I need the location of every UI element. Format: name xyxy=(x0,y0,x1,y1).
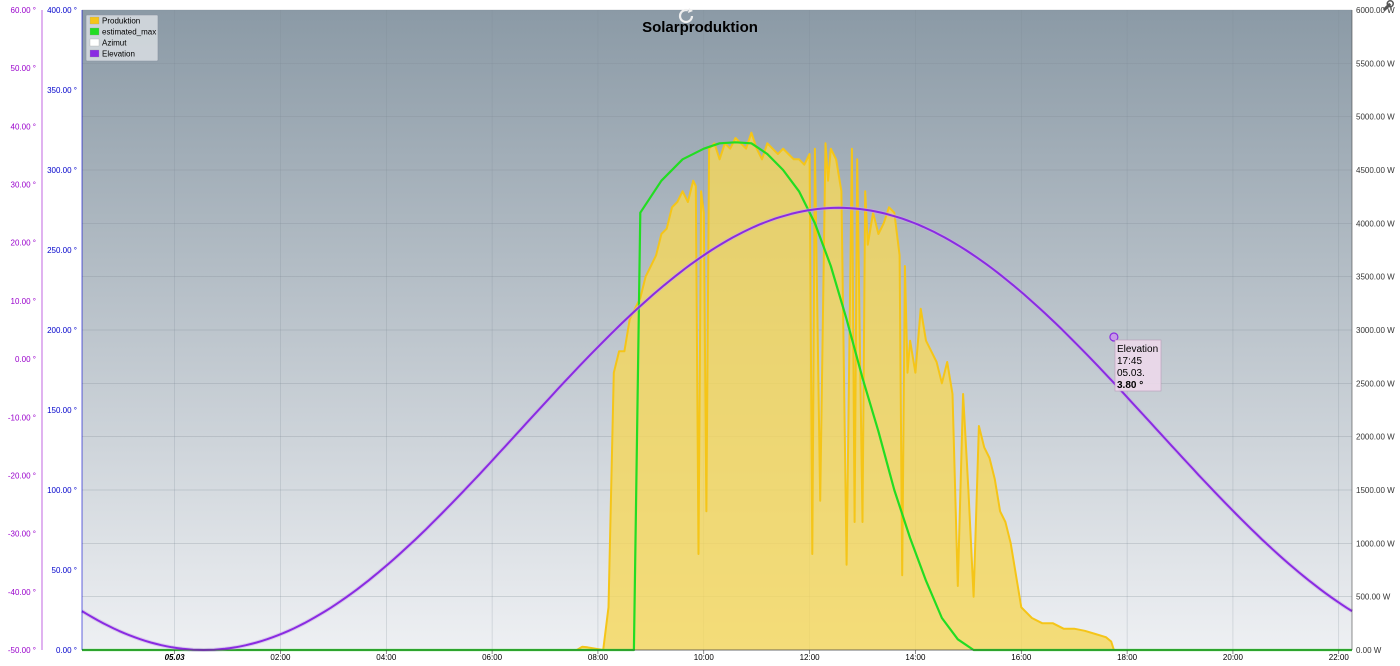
power-tick-label: 3500.00 W xyxy=(1356,273,1395,282)
x-tick-label: 05.03 xyxy=(165,653,186,662)
tooltip-time: 17:45 xyxy=(1117,356,1142,367)
power-tick-label: 2500.00 W xyxy=(1356,379,1395,388)
azimut-tick-label: 50.00 ° xyxy=(52,566,77,575)
x-tick-label: 08:00 xyxy=(588,653,609,662)
elevation-tick-label: 20.00 ° xyxy=(11,239,36,248)
power-tick-label: 0.00 W xyxy=(1356,646,1382,655)
power-tick-label: 5500.00 W xyxy=(1356,59,1395,68)
azimut-tick-label: 150.00 ° xyxy=(47,406,77,415)
azimut-tick-label: 400.00 ° xyxy=(47,6,77,15)
elevation-tick-label: 40.00 ° xyxy=(11,122,36,131)
chart-root: -50.00 ° -40.00 ° -30.00 ° -20.00 ° -10.00 °… xyxy=(0,0,1400,666)
elevation-tick-label: -10.00 ° xyxy=(8,413,36,422)
tooltip: Elevation 17:45 05.03. 3.80 ° xyxy=(1109,332,1162,392)
power-tick-label: 4500.00 W xyxy=(1356,166,1395,175)
elevation-tick-label: -40.00 ° xyxy=(8,588,36,597)
power-tick-label: 5000.00 W xyxy=(1356,113,1395,122)
power-tick-label: 2000.00 W xyxy=(1356,433,1395,442)
x-tick-label: 14:00 xyxy=(905,653,926,662)
tooltip-date: 05.03. xyxy=(1117,368,1145,379)
azimut-tick-label: 300.00 ° xyxy=(47,166,77,175)
legend-label: estimated_max xyxy=(102,28,156,37)
tooltip-name: Elevation xyxy=(1117,344,1158,355)
legend-label: Elevation xyxy=(102,50,135,59)
x-tick-label: 18:00 xyxy=(1117,653,1138,662)
elevation-tick-label: 50.00 ° xyxy=(11,64,36,73)
legend-swatch xyxy=(89,16,100,25)
power-tick-label: 500.00 W xyxy=(1356,593,1391,602)
x-tick-label: 06:00 xyxy=(482,653,503,662)
elevation-tick-label: 0.00 ° xyxy=(15,355,36,364)
x-tick-label: 02:00 xyxy=(270,653,291,662)
elevation-tick-label: -20.00 ° xyxy=(8,471,36,480)
solar-chart: -50.00 ° -40.00 ° -30.00 ° -20.00 ° -10.00 °… xyxy=(8,0,1395,662)
elevation-tick-label: 10.00 ° xyxy=(11,297,36,306)
x-tick-label: 12:00 xyxy=(800,653,821,662)
legend: Produktion estimated_max Azimut Elevation xyxy=(85,14,159,62)
legend-label: Azimut xyxy=(102,39,127,48)
azimut-tick-label: 200.00 ° xyxy=(47,326,77,335)
azimut-tick-label: 100.00 ° xyxy=(47,486,77,495)
power-tick-label: 1500.00 W xyxy=(1356,486,1395,495)
elevation-tick-label: -30.00 ° xyxy=(8,530,36,539)
legend-label: Produktion xyxy=(102,17,140,26)
x-tick-label: 22:00 xyxy=(1329,653,1350,662)
azimut-tick-label: 350.00 ° xyxy=(47,86,77,95)
legend-swatch xyxy=(89,38,100,47)
x-tick-label: 10:00 xyxy=(694,653,715,662)
power-tick-label: 4000.00 W xyxy=(1356,219,1395,228)
chart-title: Solarproduktion xyxy=(642,19,758,36)
azimut-tick-label: 0.00 ° xyxy=(56,646,77,655)
power-tick-label: 3000.00 W xyxy=(1356,326,1395,335)
elevation-tick-label: 60.00 ° xyxy=(11,6,36,15)
power-tick-label: 1000.00 W xyxy=(1356,539,1395,548)
x-tick-label: 16:00 xyxy=(1011,653,1032,662)
elevation-tick-label: 30.00 ° xyxy=(11,181,36,190)
elevation-tick-label: -50.00 ° xyxy=(8,646,36,655)
legend-swatch xyxy=(89,49,100,58)
x-tick-label: 20:00 xyxy=(1223,653,1244,662)
azimut-tick-label: 250.00 ° xyxy=(47,246,77,255)
tooltip-value: 3.80 ° xyxy=(1117,380,1143,391)
x-tick-label: 04:00 xyxy=(376,653,397,662)
legend-swatch xyxy=(89,27,100,36)
